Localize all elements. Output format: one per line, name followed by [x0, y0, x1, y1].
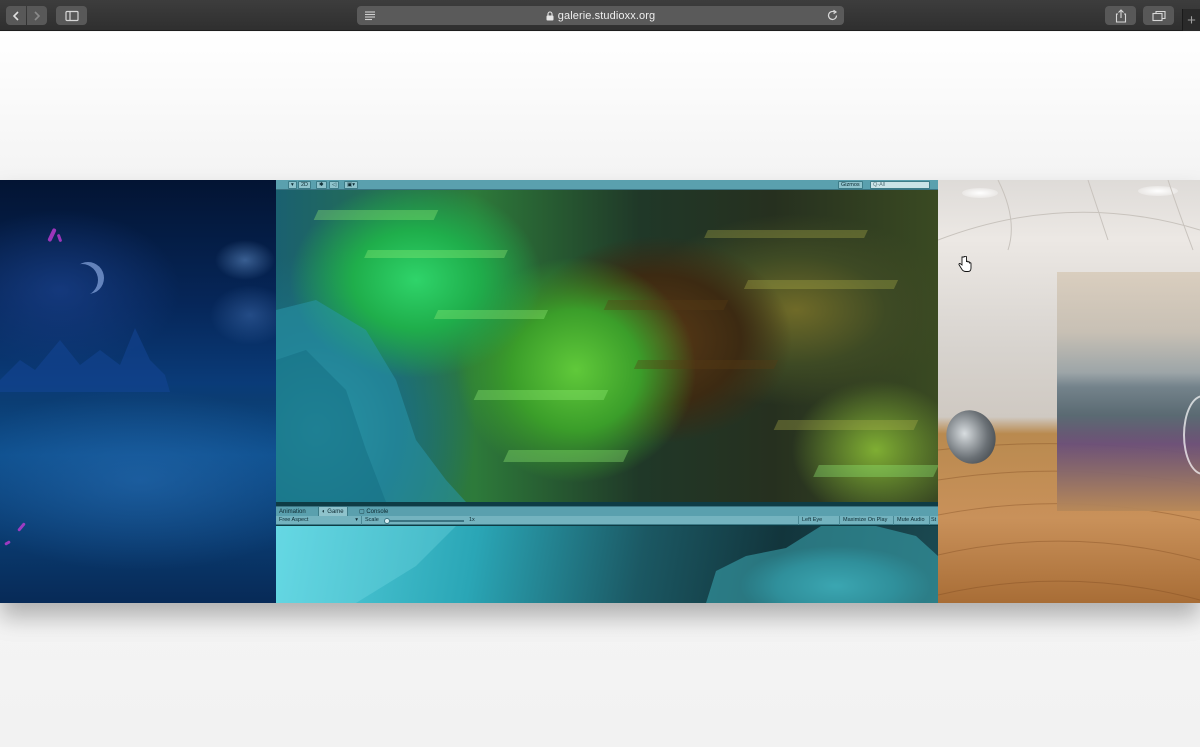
eye-dropdown[interactable]: Left Eye: [798, 516, 840, 525]
reader-icon[interactable]: [363, 9, 377, 22]
unity-lighting-toggle[interactable]: ✱: [316, 181, 327, 189]
unity-2d-toggle[interactable]: 2D: [298, 181, 312, 189]
crystal-shard: [773, 420, 919, 430]
unity-game-toolbar: Free Aspect ▾ Scale 1x Left Eye Maximize…: [276, 516, 938, 525]
reload-icon[interactable]: [826, 9, 839, 22]
crystal-shard: [704, 230, 868, 238]
hand-cursor-icon: [958, 256, 972, 272]
unity-effects-dropdown[interactable]: ▣▾: [344, 181, 358, 189]
projected-seascape: [1057, 272, 1200, 511]
mute-audio-toggle[interactable]: Mute Audio: [894, 516, 930, 525]
crystal-shard: [473, 390, 609, 400]
scale-label: Scale: [365, 517, 379, 523]
artwork-panel-underwater[interactable]: [0, 180, 276, 603]
back-button[interactable]: [6, 6, 26, 25]
url-display: galerie.studioxx.org: [546, 10, 655, 22]
unity-gizmos-dropdown[interactable]: Gizmos: [838, 181, 863, 189]
crescent-moon-icon: [72, 262, 104, 294]
unity-scene-view[interactable]: [276, 190, 938, 502]
floating-rock: [276, 526, 938, 603]
show-tabs-button[interactable]: [1143, 6, 1174, 25]
browser-toolbar: galerie.studioxx.org +: [0, 0, 1200, 31]
scale-value: 1x: [469, 517, 475, 523]
unity-panel-tabs: Animation ◐ Game ▢ Console: [276, 506, 938, 517]
crystal-shard: [743, 280, 899, 289]
pink-streak: [4, 540, 11, 546]
crystal-shard: [603, 300, 729, 310]
address-bar[interactable]: galerie.studioxx.org: [357, 6, 844, 25]
crystal-shard: [364, 250, 508, 258]
unity-audio-toggle[interactable]: ◁: [329, 181, 340, 189]
teal-rock: [276, 300, 466, 502]
unity-shading-dropdown[interactable]: ▾: [288, 181, 297, 189]
artwork-panel-unity[interactable]: ▾ 2D ✱ ◁ ▣▾ Gizmos Q-All Animation ◐ Gam…: [276, 180, 938, 603]
ceiling-grid: [938, 180, 1200, 251]
unity-search-field[interactable]: Q-All: [870, 181, 930, 189]
mountain-silhouette: [0, 328, 170, 392]
tab-game-label: Game: [327, 509, 344, 515]
crystal-shard: [313, 210, 439, 220]
tabs-overview-icon: [1151, 10, 1166, 21]
aspect-label: Free Aspect: [279, 517, 309, 523]
scale-slider-track[interactable]: [386, 520, 464, 522]
new-tab-button[interactable]: +: [1182, 9, 1200, 31]
tab-console-label: Console: [366, 509, 389, 515]
forward-button[interactable]: [27, 6, 47, 25]
crystal-shard: [433, 310, 549, 319]
chevron-down-icon: ▾: [355, 517, 358, 523]
artwork-strip: ▾ 2D ✱ ◁ ▣▾ Gizmos Q-All Animation ◐ Gam…: [0, 180, 1200, 603]
sidebar-icon: [64, 10, 79, 21]
page-content: ▾ 2D ✱ ◁ ▣▾ Gizmos Q-All Animation ◐ Gam…: [0, 32, 1200, 747]
share-icon: [1115, 8, 1126, 23]
sidebar-button[interactable]: [56, 6, 87, 25]
pink-streak: [17, 522, 26, 532]
share-button[interactable]: [1105, 6, 1136, 25]
crystal-shard: [503, 450, 629, 462]
stats-toggle[interactable]: St: [930, 516, 938, 525]
crystal-shard: [813, 465, 938, 477]
lock-icon: [546, 10, 554, 20]
maximize-on-play-toggle[interactable]: Maximize On Play: [840, 516, 894, 525]
unity-game-view[interactable]: [276, 526, 938, 603]
aspect-dropdown[interactable]: Free Aspect ▾: [276, 516, 362, 525]
artwork-panel-gallery[interactable]: [938, 180, 1200, 603]
chevron-right-icon: [34, 10, 41, 21]
pink-streak: [47, 227, 57, 243]
unity-scene-toolbar: ▾ 2D ✱ ◁ ▣▾ Gizmos Q-All: [276, 180, 938, 190]
scale-slider-handle[interactable]: [384, 518, 390, 524]
pink-streak: [56, 233, 63, 243]
crystal-shard: [633, 360, 779, 369]
url-text: galerie.studioxx.org: [557, 9, 656, 22]
chevron-left-icon: [12, 10, 19, 21]
